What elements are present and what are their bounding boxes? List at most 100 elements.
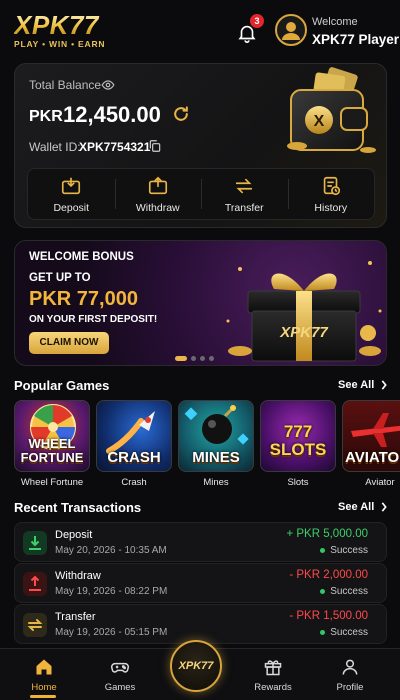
active-tab-indicator	[30, 695, 56, 698]
game-art-text: AVIATO	[345, 449, 400, 466]
nav-home[interactable]: Home	[14, 657, 74, 693]
banner-title: WELCOME BONUS	[29, 251, 134, 263]
game-thumbnail: 777 SLOTS	[260, 400, 336, 472]
withdraw-button[interactable]: Withdraw	[114, 169, 202, 219]
history-button[interactable]: History	[287, 169, 375, 219]
tx-status: Success	[320, 627, 368, 638]
welcome-label: Welcome	[312, 16, 358, 28]
game-name: Aviator	[365, 477, 395, 488]
game-art-text: WHEEL FORTUNE	[20, 436, 84, 465]
deposit-label: Deposit	[53, 201, 90, 214]
tx-date: May 19, 2026 - 05:15 PM	[55, 627, 168, 638]
profile-icon	[342, 659, 358, 675]
avatar[interactable]	[275, 14, 307, 46]
history-label: History	[314, 201, 348, 214]
gift-box-illustration: XPK77	[226, 261, 382, 362]
see-all-label: See All	[338, 379, 375, 391]
transaction-row[interactable]: Withdraw May 19, 2026 - 08:22 PM - PKR 2…	[14, 563, 387, 603]
nav-rewards[interactable]: Rewards	[243, 657, 303, 693]
app-logo[interactable]: XPK77 PLAY • WIN • EARN	[14, 12, 105, 49]
game-card-slots[interactable]: 777 SLOTS Slots	[260, 400, 336, 488]
game-card-mines[interactable]: MINES Mines	[178, 400, 254, 488]
banner-amount: PKR 77,000	[29, 288, 138, 310]
tx-status: Success	[320, 586, 368, 597]
chevron-right-icon	[381, 502, 388, 512]
svg-text:X: X	[314, 113, 325, 130]
transfer-label: Transfer	[224, 201, 264, 214]
game-thumbnail: WHEEL FORTUNE	[14, 400, 90, 472]
history-icon	[323, 176, 340, 195]
recent-transactions-title: Recent Transactions	[14, 500, 142, 515]
transaction-list: Deposit May 20, 2026 - 10:35 AM + PKR 5,…	[14, 522, 387, 645]
game-art-text: 777 SLOTS	[269, 422, 327, 459]
total-balance-label: Total Balance	[29, 78, 102, 92]
withdraw-tx-icon	[23, 572, 47, 596]
withdraw-label: Withdraw	[135, 201, 180, 214]
wallet-id-value: XPK7754321	[79, 140, 151, 154]
game-name: Slots	[287, 477, 309, 488]
tx-type: Withdraw	[55, 570, 101, 582]
game-card-aviator[interactable]: AVIATO Aviator	[342, 400, 400, 488]
carousel-dot[interactable]	[200, 356, 205, 361]
nav-profile-label: Profile	[336, 682, 364, 693]
deposit-icon	[62, 177, 81, 194]
popular-games-title: Popular Games	[14, 378, 110, 393]
nav-rewards-label: Rewards	[254, 682, 292, 693]
balance-card: Total Balance PKR 12,450.00 Wallet ID: X…	[14, 63, 387, 228]
wallet-actions: Deposit Withdraw Transfer History	[27, 168, 375, 220]
logo-tagline: PLAY • WIN • EARN	[14, 39, 106, 49]
deposit-tx-icon	[23, 531, 47, 555]
notification-badge: 3	[250, 14, 264, 28]
gamepad-icon	[110, 662, 130, 673]
tx-status: Success	[320, 545, 368, 556]
game-card-crash[interactable]: CRASH Crash	[96, 400, 172, 488]
transfer-tx-icon	[23, 613, 47, 637]
transaction-row[interactable]: Deposit May 20, 2026 - 10:35 AM + PKR 5,…	[14, 522, 387, 562]
wallet-illustration: X	[287, 67, 376, 153]
gift-icon	[264, 660, 282, 676]
carousel-dot[interactable]	[175, 356, 187, 361]
nav-profile[interactable]: Profile	[320, 657, 380, 693]
withdraw-icon	[148, 176, 167, 194]
tx-amount: + PKR 5,000.00	[286, 528, 368, 540]
tx-type: Deposit	[55, 529, 93, 541]
games-carousel[interactable]: WHEEL FORTUNE Wheel Fortune CRASH Crash …	[14, 400, 400, 492]
balance-currency: PKR	[29, 108, 63, 125]
tx-amount: - PKR 2,000.00	[289, 569, 368, 581]
game-art-text: MINES	[192, 449, 240, 466]
nav-home-label: Home	[31, 682, 57, 693]
transactions-see-all[interactable]: See All	[338, 501, 388, 513]
game-thumbnail: MINES	[178, 400, 254, 472]
center-logo-button[interactable]: XPK77	[170, 640, 222, 692]
home-icon	[36, 659, 52, 675]
transfer-icon	[236, 178, 253, 193]
chevron-right-icon	[381, 380, 388, 390]
app-header: XPK77 PLAY • WIN • EARN 3 Welcome XPK77 …	[0, 0, 400, 60]
balance-amount: 12,450.00	[63, 102, 161, 127]
welcome-bonus-banner[interactable]: WELCOME BONUS GET UP TO PKR 77,000 ON YO…	[14, 240, 387, 366]
copy-icon[interactable]	[148, 139, 162, 153]
tx-amount: - PKR 1,500.00	[289, 610, 368, 622]
see-all-label: See All	[338, 501, 375, 513]
nav-games-label: Games	[104, 682, 136, 693]
game-name: Crash	[121, 477, 147, 488]
banner-line1: GET UP TO	[29, 272, 91, 284]
logo-wordmark: XPK77	[14, 12, 105, 38]
claim-now-button[interactable]: CLAIM NOW	[29, 332, 109, 354]
gift-logo-text: XPK77	[279, 324, 328, 341]
carousel-dots[interactable]	[175, 356, 214, 361]
carousel-dot[interactable]	[191, 356, 196, 361]
refresh-icon[interactable]	[171, 104, 191, 124]
popular-games-see-all[interactable]: See All	[338, 379, 388, 391]
game-card-wheel-fortune[interactable]: WHEEL FORTUNE Wheel Fortune	[14, 400, 90, 488]
nav-games[interactable]: Games	[90, 657, 150, 693]
game-thumbnail: CRASH	[96, 400, 172, 472]
game-art-text: CRASH	[107, 449, 161, 466]
eye-icon[interactable]	[100, 78, 116, 92]
transfer-button[interactable]: Transfer	[201, 169, 288, 219]
tx-date: May 19, 2026 - 08:22 PM	[55, 586, 168, 597]
transaction-row[interactable]: Transfer May 19, 2026 - 05:15 PM - PKR 1…	[14, 604, 387, 644]
deposit-button[interactable]: Deposit	[28, 169, 115, 219]
player-name: XPK77 Player	[312, 32, 400, 47]
carousel-dot[interactable]	[209, 356, 214, 361]
